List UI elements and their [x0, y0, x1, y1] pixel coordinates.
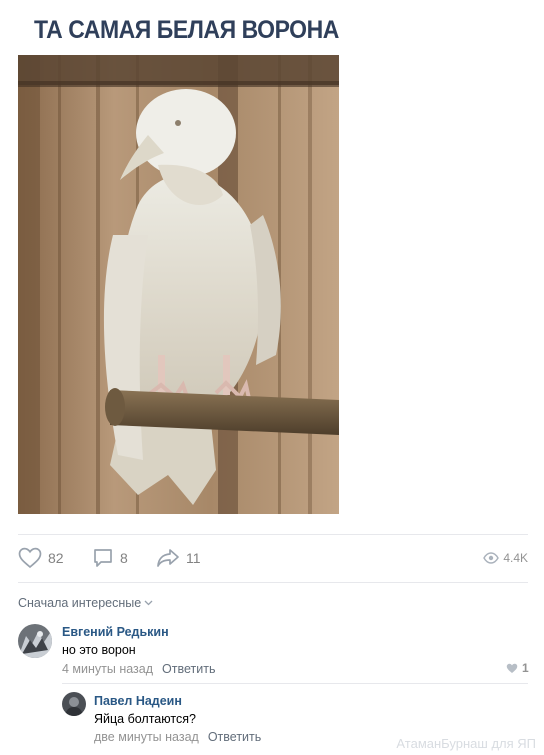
comment-author-link[interactable]: Павел Надеин — [94, 694, 182, 708]
like-count: 82 — [48, 550, 64, 566]
avatar-image — [18, 624, 52, 658]
divider-comments — [18, 582, 528, 583]
divider-top — [18, 534, 528, 535]
comment-like-button[interactable]: 1 — [506, 661, 529, 675]
share-icon — [157, 549, 179, 567]
comment-meta: две минуты назад Ответить — [94, 730, 261, 744]
avatar-image — [62, 692, 86, 716]
like-button[interactable]: 82 — [18, 545, 64, 571]
comment-time[interactable]: 4 минуты назад — [62, 662, 153, 676]
sort-label: Сначала интересные — [18, 596, 142, 610]
avatar[interactable] — [18, 624, 52, 658]
comment-like-count: 1 — [522, 661, 529, 675]
comment-text: Яйца болтаются? — [94, 712, 196, 726]
views-counter: 4.4K — [483, 545, 528, 571]
share-count: 11 — [186, 550, 201, 566]
share-button[interactable]: 11 — [156, 545, 201, 571]
post-title: ТА САМАЯ БЕЛАЯ ВОРОНА — [34, 16, 339, 44]
comment-button[interactable]: 8 — [92, 545, 128, 571]
divider-reply — [62, 683, 528, 684]
post-actions: 82 8 11 4.4K — [18, 545, 528, 571]
comment-icon — [94, 549, 112, 567]
white-raven-photo[interactable] — [18, 55, 339, 514]
watermark: АтаманБурнаш для ЯП — [396, 736, 536, 751]
comment-time[interactable]: две минуты назад — [94, 730, 199, 744]
chevron-down-icon — [144, 600, 153, 606]
comment-text: но это ворон — [62, 643, 136, 657]
eye-icon — [483, 552, 500, 564]
comment-count: 8 — [120, 550, 128, 566]
comment-author-link[interactable]: Евгений Редькин — [62, 625, 169, 639]
comment-sort-dropdown[interactable]: Сначала интересные — [18, 596, 153, 610]
reply-button[interactable]: Ответить — [208, 730, 261, 744]
views-count: 4.4K — [503, 551, 528, 565]
reply-button[interactable]: Ответить — [162, 662, 215, 676]
avatar[interactable] — [62, 692, 86, 716]
raven-image — [18, 55, 339, 514]
heart-icon — [18, 547, 42, 569]
comment-meta: 4 минуты назад Ответить — [62, 662, 215, 676]
heart-icon — [506, 663, 518, 673]
